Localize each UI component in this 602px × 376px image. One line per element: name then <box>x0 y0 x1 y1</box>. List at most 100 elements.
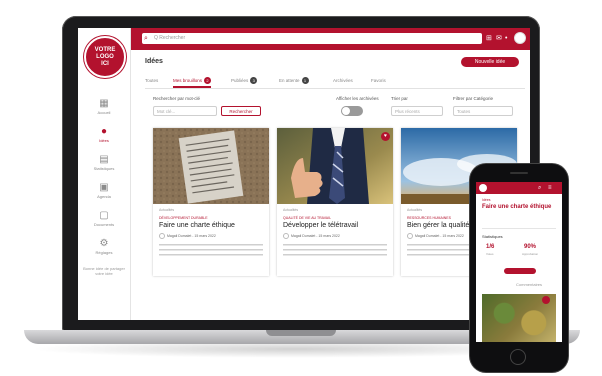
sidebar-item-documents[interactable]: ▢ Documents <box>78 210 130 227</box>
author-avatar <box>159 233 165 239</box>
add-idea-button[interactable]: Nouvelle idée <box>461 57 519 67</box>
tab-label: En attente <box>279 78 300 83</box>
search-icon: ⌕ <box>144 35 148 42</box>
search-filter-label: Rechercher par mot-clé <box>153 96 201 101</box>
tab-count-badge: 1 <box>301 77 309 85</box>
sidebar-item-label: Accueil <box>97 110 111 115</box>
author-avatar <box>407 233 413 239</box>
card-title: Faire une charte éthique <box>159 222 235 229</box>
tab-publiees[interactable]: Publiées 3 <box>231 76 258 86</box>
tab-archivees[interactable]: Archivées <box>333 76 353 86</box>
logo-line: LOGO <box>96 53 114 60</box>
card-title: Développer le télétravail <box>283 222 359 229</box>
laptop-notch <box>266 330 336 336</box>
sort-select[interactable]: Plus récents <box>391 106 443 116</box>
card-category: Actualités <box>283 208 299 212</box>
sidebar-item-label: Réglages <box>95 250 113 255</box>
phone-speaker <box>510 172 528 174</box>
search-icon[interactable]: ⌕ <box>538 184 541 192</box>
sidebar-item-label: Idées <box>99 138 109 143</box>
category-select[interactable]: Toutes <box>453 106 513 116</box>
dashboard-icon: ▦ <box>99 98 109 109</box>
bell-icon[interactable]: • <box>505 34 507 43</box>
tab-favoris[interactable]: Favoris <box>371 76 386 86</box>
gear-icon: ⚙ <box>99 238 109 249</box>
filter-bar: Rechercher par mot-clé Mot clé... Recher… <box>131 94 530 130</box>
phone-top-bar: ⌕ ≡ <box>476 182 562 194</box>
logo-line: ICI <box>101 60 109 67</box>
sort-label: Trier par <box>391 96 408 101</box>
sidebar: VOTRE LOGO ICI ▦ Accueil ● Idées ▤ Stati… <box>78 28 131 320</box>
search-placeholder: Q Rechercher <box>154 35 186 41</box>
card-tag: RESSOURCES HUMAINES <box>407 216 451 220</box>
sidebar-item-agenda[interactable]: ▣ Agenda <box>78 182 130 199</box>
tab-en-attente[interactable]: En attente 1 <box>279 76 309 86</box>
card-author: Magali Dumalet - 15 mars 2022 <box>415 234 464 238</box>
category-label: Filtrer par Catégorie <box>453 96 494 101</box>
keyword-input[interactable]: Mot clé... <box>153 106 217 116</box>
phone-screen: ⌕ ≡ Idées Faire une charte éthique Stati… <box>476 182 562 342</box>
home-button[interactable] <box>510 349 526 365</box>
phone-logo[interactable] <box>479 184 487 192</box>
idea-card[interactable]: Actualités DÉVELOPPEMENT DURABLE Faire u… <box>153 128 269 276</box>
stat-value: 1/6 <box>486 244 495 250</box>
comments-marker: Commentaires <box>516 282 543 287</box>
stat-label: Approbation <box>522 252 539 256</box>
card-author: Magali Dumalet - 15 mars 2022 <box>291 234 340 238</box>
search-input[interactable]: ⌕ Q Rechercher <box>142 33 482 44</box>
card-author: Magali Dumalet - 15 mars 2022 <box>167 234 216 238</box>
stat-label: Votes <box>486 252 494 256</box>
card-tag: QUALITÉ DE VIE AU TRAVAIL <box>283 216 332 220</box>
calendar-icon: ▣ <box>99 182 109 193</box>
card-tag: DÉVELOPPEMENT DURABLE <box>159 216 208 220</box>
tab-toutes[interactable]: Toutes <box>145 76 158 86</box>
tab-bar: Toutes Mes brouillons 2 Publiées 3 En atte… <box>145 76 525 89</box>
avatar[interactable] <box>514 32 526 44</box>
favorite-badge-icon[interactable] <box>542 296 550 304</box>
page-title: Idées <box>145 58 163 65</box>
tab-label: Archivées <box>333 78 353 83</box>
top-bar: ⌕ Q Rechercher ⊞ ✉ • <box>78 28 530 50</box>
sidebar-item-accueil[interactable]: ▦ Accueil <box>78 98 130 115</box>
grid-icon[interactable]: ⊞ <box>486 34 492 43</box>
chat-icon[interactable]: ✉ <box>496 34 502 43</box>
stats-icon: ▤ <box>99 154 109 165</box>
thumbs-up-image <box>277 128 393 204</box>
menu-icon[interactable]: ≡ <box>548 184 552 192</box>
sidebar-item-label: Documents <box>93 222 115 227</box>
toggle-label: Afficher les archivées <box>336 96 379 101</box>
sidebar-item-statistiques[interactable]: ▤ Statistiques <box>78 154 130 171</box>
tab-mes-brouillons[interactable]: Mes brouillons 2 <box>173 76 212 88</box>
vote-button[interactable] <box>504 268 536 274</box>
archived-toggle[interactable] <box>341 106 363 116</box>
search-button[interactable]: Rechercher <box>221 106 261 116</box>
phone-device: ⌕ ≡ Idées Faire une charte éthique Stati… <box>470 164 568 372</box>
card-excerpt <box>283 244 387 256</box>
divider <box>482 228 556 229</box>
sidebar-footer: Bonne idée de partager votre idée <box>83 266 125 276</box>
toggle-knob <box>342 107 350 115</box>
phone-subtitle: Statistiques <box>482 234 503 239</box>
card-category: Actualités <box>407 208 423 212</box>
document-icon: ▢ <box>99 210 109 221</box>
sort-value: Plus récents <box>395 109 420 114</box>
tab-label: Favoris <box>371 78 386 83</box>
card-title: Bien gérer la qualité <box>407 222 470 229</box>
tab-count-badge: 3 <box>250 77 258 85</box>
logo-line: VOTRE <box>94 46 116 53</box>
phone-tag: Idées <box>482 198 491 202</box>
sidebar-item-label: Agenda <box>97 194 111 199</box>
author-avatar <box>283 233 289 239</box>
laptop-screen: ⌕ Q Rechercher ⊞ ✉ • VOTRE LOGO ICI ▦ Ac… <box>78 28 530 320</box>
tab-label: Publiées <box>231 78 249 83</box>
sidebar-item-reglages[interactable]: ⚙ Réglages <box>78 238 130 255</box>
tab-label: Mes brouillons <box>173 78 203 83</box>
idea-card[interactable]: ♥ Actualités QUALITÉ DE VIE AU TRAVAIL D… <box>277 128 393 276</box>
paper-texture-image <box>153 128 269 204</box>
sidebar-item-idees[interactable]: ● Idées <box>78 126 130 143</box>
favorite-badge-icon[interactable]: ♥ <box>381 132 390 141</box>
app-logo[interactable]: VOTRE LOGO ICI <box>84 36 126 78</box>
sidebar-item-label: Statistiques <box>93 166 115 171</box>
stat-value: 90% <box>524 244 537 250</box>
tab-count-badge: 2 <box>204 77 212 85</box>
